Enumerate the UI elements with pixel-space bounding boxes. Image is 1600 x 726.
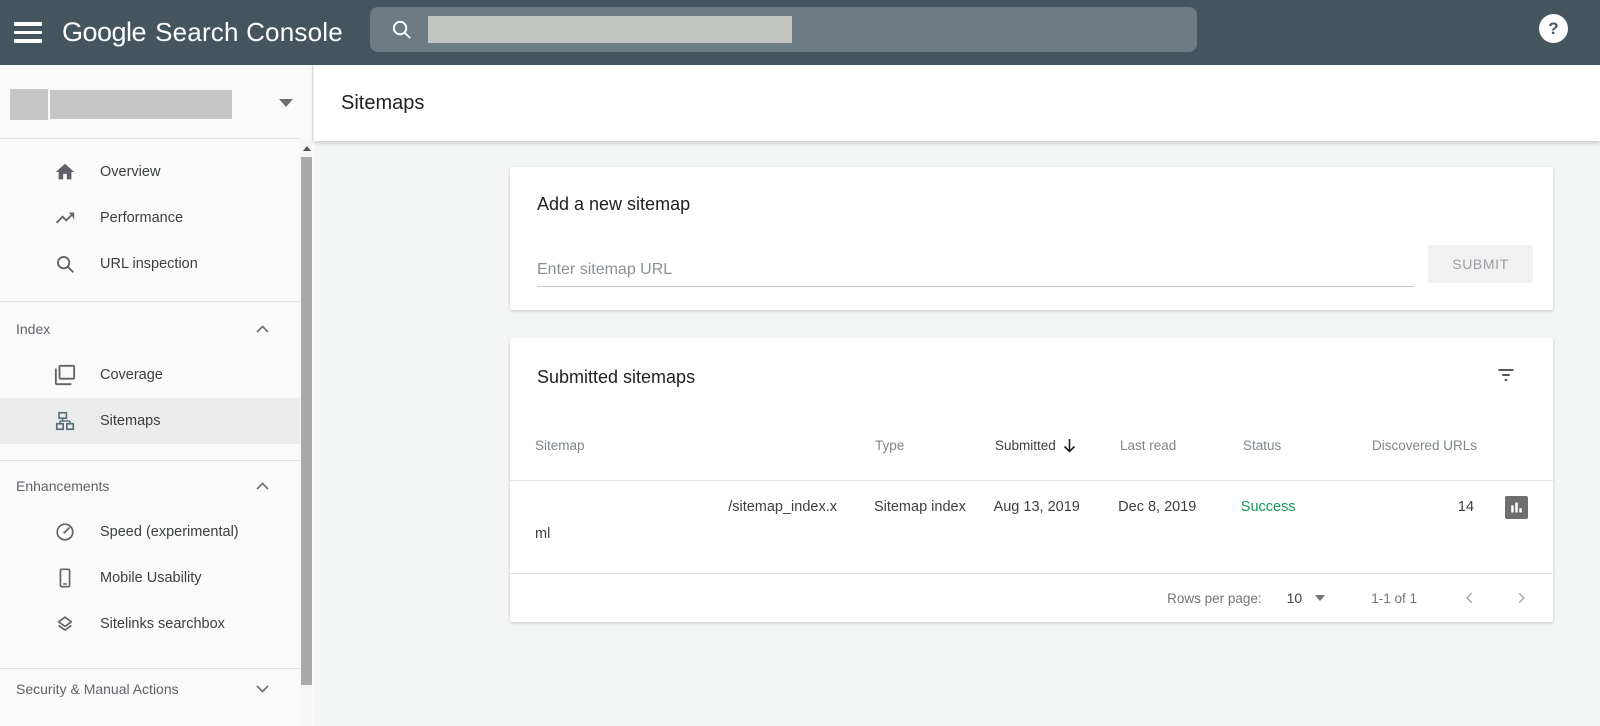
submitted-sitemaps-card: Submitted sitemaps Sitemap Type Submitte… (510, 338, 1553, 622)
smartphone-icon (59, 568, 71, 588)
cell-type: Sitemap index (873, 499, 966, 515)
sidebar-item-label: Performance (100, 210, 184, 226)
sidebar-item-mobile-usability[interactable]: Mobile Usability (0, 555, 300, 601)
section-label: Enhancements (16, 478, 110, 494)
table-row[interactable]: /sitemap_index.x ml Sitemap index Aug 13… (535, 480, 1528, 573)
column-header-submitted[interactable]: Submitted (995, 438, 1120, 453)
scrollbar-up-arrow-icon[interactable] (300, 140, 313, 156)
cell-discovered-urls: 14 (1457, 499, 1475, 515)
sitemaps-tree-icon (55, 411, 75, 431)
property-name-redacted (50, 90, 232, 119)
see-details-button[interactable] (1505, 496, 1528, 519)
home-icon (55, 163, 75, 180)
sidebar-item-performance[interactable]: Performance (0, 195, 300, 241)
pagination-bar: Rows per page: 10 1-1 of 1 (510, 574, 1553, 622)
sidebar-item-label: Mobile Usability (100, 570, 202, 586)
sort-arrow-down-icon (1063, 438, 1075, 453)
filter-list-icon[interactable] (1495, 365, 1517, 385)
search-icon (57, 256, 74, 273)
page-title: Sitemaps (341, 91, 425, 114)
search-icon (392, 20, 411, 39)
divider (0, 460, 300, 461)
submit-button[interactable]: SUBMIT (1428, 245, 1533, 283)
column-header-type[interactable]: Type (875, 438, 995, 453)
sidebar-item-url-inspection[interactable]: URL inspection (0, 241, 300, 287)
bar-chart-icon (1511, 502, 1522, 513)
sidebar-item-label: Overview (100, 164, 161, 180)
next-page-icon[interactable] (1514, 591, 1528, 605)
section-label: Security & Manual Actions (16, 681, 179, 697)
google-search-console-app: Google Search Console ? Overview Perform… (0, 0, 1600, 726)
column-header-discovered-urls[interactable]: Discovered URLs (1372, 438, 1487, 453)
sidebar-item-speed[interactable]: Speed (experimental) (0, 509, 300, 555)
column-header-sitemap[interactable]: Sitemap (535, 438, 875, 453)
help-button[interactable]: ? (1539, 14, 1568, 43)
scrollbar-thumb[interactable] (301, 157, 312, 685)
sidebar-item-coverage[interactable]: Coverage (0, 352, 300, 398)
search-query-redacted (428, 16, 792, 43)
help-icon: ? (1548, 18, 1559, 38)
chevron-up-icon (256, 325, 269, 333)
sidebar-item-overview[interactable]: Overview (0, 149, 300, 195)
sitemap-url-line2: ml (535, 526, 551, 542)
sidebar-item-label: Sitelinks searchbox (100, 616, 225, 632)
sidebar-section-index[interactable]: Index (0, 307, 300, 351)
divider (0, 138, 300, 139)
add-sitemap-title: Add a new sitemap (537, 194, 691, 214)
main-content: Sitemaps Add a new sitemap SUBMIT Submit… (314, 65, 1600, 726)
section-label: Index (16, 321, 51, 337)
pagination-range: 1-1 of 1 (1371, 590, 1417, 606)
property-search-box[interactable] (370, 7, 1197, 52)
rows-per-page-label: Rows per page: (1167, 590, 1262, 606)
sidebar: Overview Performance URL inspection Inde… (0, 65, 313, 726)
speed-gauge-icon (56, 523, 74, 541)
sidebar-item-label: URL inspection (100, 256, 198, 272)
cell-sitemap: /sitemap_index.x ml (535, 494, 874, 548)
sitemap-url-line1: /sitemap_index.x (728, 499, 837, 515)
sidebar-item-label: Speed (experimental) (100, 524, 239, 540)
column-header-status[interactable]: Status (1243, 438, 1372, 453)
table-header-row: Sitemap Type Submitted Last read Status … (535, 425, 1528, 465)
chevron-down-icon (256, 685, 269, 693)
layers-icon (57, 616, 73, 631)
sidebar-item-sitelinks-searchbox[interactable]: Sitelinks searchbox (0, 601, 300, 647)
page-header: Sitemaps (314, 65, 1600, 141)
sidebar-scrollbar[interactable] (300, 140, 313, 726)
sidebar-section-enhancements[interactable]: Enhancements (0, 464, 300, 508)
chevron-up-icon (256, 482, 269, 490)
cell-last-read: Dec 8, 2019 (1118, 499, 1197, 515)
column-header-label: Submitted (995, 437, 1056, 453)
logo-product-text: Search Console (155, 17, 343, 47)
cell-submitted: Aug 13, 2019 (993, 499, 1080, 515)
add-sitemap-card: Add a new sitemap SUBMIT (510, 167, 1553, 310)
sidebar-item-sitemaps[interactable]: Sitemaps (0, 398, 300, 444)
trending-up-icon (55, 212, 75, 224)
property-selector-caret-icon[interactable] (279, 99, 293, 107)
submitted-sitemaps-title: Submitted sitemaps (537, 367, 696, 387)
sidebar-section-security[interactable]: Security & Manual Actions (0, 667, 300, 711)
app-logo: Google Search Console (62, 0, 343, 65)
property-favicon-redacted (10, 89, 48, 120)
column-header-last-read[interactable]: Last read (1120, 438, 1243, 453)
top-app-bar: Google Search Console ? (0, 0, 1600, 65)
rows-per-page-value[interactable]: 10 (1287, 590, 1303, 606)
rows-per-page-caret-icon[interactable] (1315, 595, 1326, 601)
menu-icon[interactable] (14, 22, 42, 43)
coverage-pages-icon (54, 364, 76, 386)
cell-status: Success (1240, 499, 1296, 515)
logo-google-text: Google (62, 17, 147, 47)
divider (0, 301, 300, 302)
sitemap-url-input[interactable] (537, 253, 1414, 287)
previous-page-icon[interactable] (1463, 591, 1477, 605)
sidebar-item-label: Coverage (100, 367, 163, 383)
sidebar-item-label: Sitemaps (100, 413, 161, 429)
